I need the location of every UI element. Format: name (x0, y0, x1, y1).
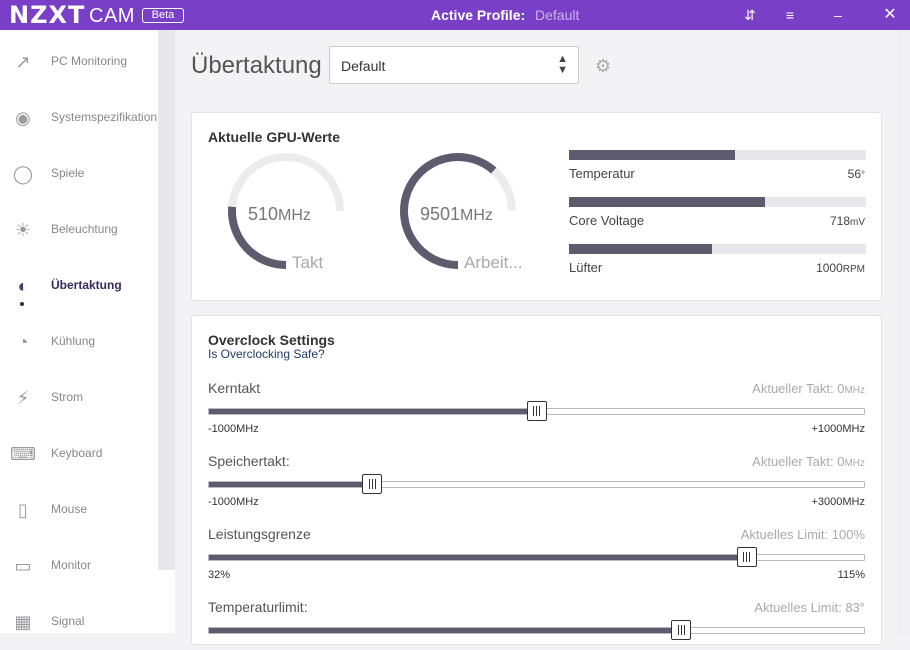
menu-icon[interactable]: ≡ (780, 5, 800, 25)
gauge-label: Arbeit... (464, 253, 523, 272)
overclock-settings-card: Overclock Settings Is Overclocking Safe?… (191, 315, 882, 645)
active-dot (20, 302, 24, 306)
profile-select-value: Default (341, 58, 386, 74)
sidebar-item-6[interactable]: ⚡ Strom (0, 370, 158, 426)
sidebar-item-label: Übertaktung (51, 278, 122, 292)
slider-thumb[interactable] (526, 401, 547, 421)
slider-thumb[interactable] (362, 474, 383, 494)
slider-thumb[interactable] (671, 620, 692, 640)
gpu-bar (569, 150, 866, 160)
page-title: Übertaktung (191, 52, 322, 79)
sidebar-item-0[interactable]: ↗ PC Monitoring (0, 34, 158, 90)
gpu-bar-label: Temperatur (569, 166, 635, 181)
gpu-bar-label: Lüfter (569, 260, 603, 275)
slider-track[interactable] (208, 481, 865, 488)
gpu-bar (569, 244, 866, 254)
gpu-bar-fill (569, 150, 736, 160)
product-name: CAM (89, 5, 135, 27)
gpu-bar-value: 56° (847, 167, 865, 181)
active-profile-label: Active Profile: (431, 7, 526, 23)
sidebar-item-label: PC Monitoring (51, 54, 128, 68)
gauge-value: 9501MHz (420, 204, 493, 224)
sidebar-item-5[interactable]: ◔ Kühlung (0, 314, 158, 370)
gpu-bar-value: 1000RPM (816, 261, 865, 275)
sidebar: ↗ PC Monitoring ◉ Systemspezifikation ◯ Spiel… (0, 30, 175, 633)
active-profile-value[interactable]: Default (535, 7, 579, 23)
slider-current-value: Aktueller Takt: 0MHz (752, 454, 865, 469)
overclock-safe-link[interactable]: Is Overclocking Safe? (208, 347, 325, 361)
gauge-1 (400, 153, 516, 269)
gpu-bar-value: 718mV (829, 214, 865, 228)
slider-label: Kerntakt (208, 380, 261, 396)
sidebar-item-3[interactable]: ☀ Beleuchtung (0, 202, 158, 258)
mouse-icon: ▯ (18, 500, 28, 520)
slider-label: Speichertakt: (208, 453, 290, 469)
slider-fill (209, 628, 681, 633)
gpu-values-card: Aktuelle GPU-Werte 510MHz Takt 9501MHz Arbe… (191, 112, 882, 301)
slider-min: -1000MHz (208, 496, 259, 508)
slider-min: 32% (208, 569, 231, 581)
sidebar-item-label: Beleuchtung (51, 222, 118, 236)
slider-fill (209, 482, 373, 487)
sidebar-item-1[interactable]: ◉ Systemspezifikation (0, 90, 158, 146)
select-arrows-icon: ▲ ▼ (557, 53, 568, 76)
brand-logo: NZXT (9, 1, 86, 29)
slider-current-value: Aktueller Takt: 0MHz (752, 381, 865, 396)
slider-min: -1000MHz (208, 423, 259, 435)
slider-thumb[interactable] (736, 547, 757, 567)
sidebar-item-label: Strom (51, 390, 84, 404)
slider-label: Temperaturlimit: (208, 599, 308, 615)
slider-max: +1000MHz (811, 423, 865, 435)
slider-current-value: Aktuelles Limit: 83° (754, 600, 865, 615)
sidebar-item-label: Signal (51, 614, 85, 628)
gpu-bar (569, 197, 866, 207)
main-scrollbar[interactable] (897, 30, 910, 633)
keyboard-icon: ⌨ (10, 444, 36, 464)
main-content: Übertaktung Default ▲ ▼ ⚙ Aktuelle GPU-We… (175, 30, 910, 645)
sidebar-item-label: Monitor (51, 558, 92, 572)
sidebar-item-label: Spiele (51, 166, 85, 180)
sidebar-item-9[interactable]: ▭ Monitor (0, 538, 158, 594)
beta-badge: Beta (142, 8, 184, 23)
slider-label: Leistungsgrenze (208, 526, 311, 542)
sidebar-item-2[interactable]: ◯ Spiele (0, 146, 158, 202)
chart-line-icon: ↗ (15, 52, 31, 72)
gpu-bar-fill (569, 244, 712, 254)
slider-current-value: Aktuelles Limit: 100% (740, 527, 865, 542)
gamepad-icon: ◯ (12, 164, 34, 184)
slider-fill (209, 409, 537, 414)
sidebar-item-label: Kühlung (51, 334, 96, 348)
close-icon[interactable]: ✕ (880, 5, 900, 25)
gpu-bar-fill (569, 197, 766, 207)
sidebar-item-4[interactable]: ◐ Übertaktung (0, 258, 158, 314)
sidebar-scrollbar[interactable] (158, 30, 175, 570)
slider-max: 115% (837, 569, 865, 581)
slider-max: +3000MHz (811, 496, 865, 508)
profile-select[interactable]: Default ▲ ▼ (329, 46, 579, 84)
minimize-icon[interactable]: – (828, 5, 848, 25)
sidebar-item-7[interactable]: ⌨ Keyboard (0, 426, 158, 482)
title-bar: NZXT CAM Beta Active Profile: Default ⇵ … (0, 0, 910, 30)
sidebar-item-10[interactable]: ▦ Signal (0, 594, 158, 650)
signal-device-icon: ▦ (14, 612, 32, 632)
eye-icon: ◉ (15, 108, 31, 128)
slider-track[interactable] (208, 554, 865, 561)
sidebar-item-label: Keyboard (51, 446, 103, 460)
monitor-icon: ▭ (14, 556, 32, 576)
sun-icon: ☀ (14, 220, 32, 240)
overclock-card-title: Overclock Settings (208, 332, 335, 348)
bolt-icon: ⚡ (16, 388, 30, 408)
slider-fill (209, 555, 747, 560)
gpu-bar-label: Core Voltage (569, 213, 645, 228)
sidebar-item-label: Systemspezifikation (51, 110, 158, 124)
sort-arrows-icon[interactable]: ⇵ (740, 5, 760, 25)
speedometer-icon: ◐ (17, 276, 29, 296)
sidebar-item-8[interactable]: ▯ Mouse (0, 482, 158, 538)
fan-icon: ◔ (17, 332, 29, 352)
gear-icon[interactable]: ⚙ (595, 56, 611, 77)
sidebar-item-label: Mouse (51, 502, 88, 516)
